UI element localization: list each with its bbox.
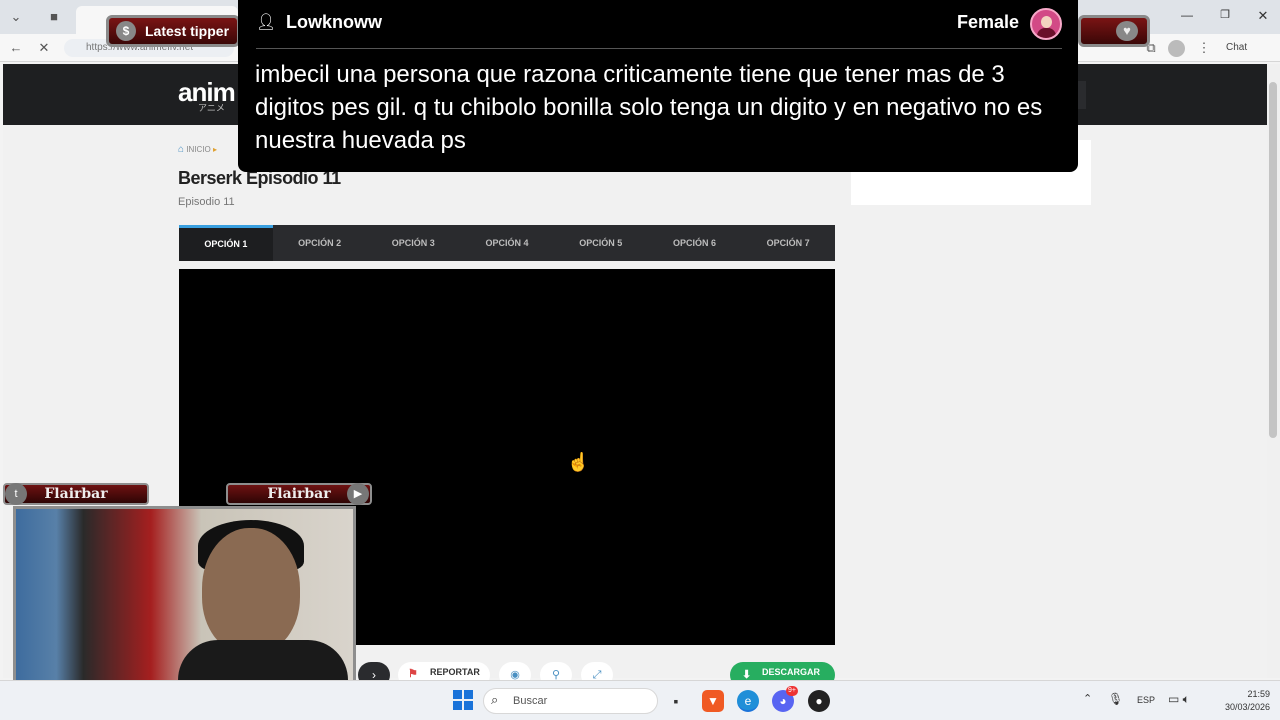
windows-start-icon[interactable] — [453, 690, 473, 710]
taskbar-search-input[interactable]: Buscar — [483, 688, 658, 714]
chat-gender: Female — [957, 12, 1020, 32]
webcam-person-face — [202, 528, 300, 654]
user-icon: 👤︎ — [256, 14, 277, 31]
discord-badge: 9+ — [786, 686, 798, 696]
language-indicator[interactable]: ESP — [1137, 695, 1155, 705]
tab-option-4[interactable]: OPCIÓN 4 — [460, 225, 554, 261]
menu-dots-icon[interactable]: ⋮ — [1196, 40, 1212, 56]
heart-icon: ♥ — [1116, 21, 1138, 41]
profile-avatar[interactable] — [1168, 40, 1185, 57]
tab-option-6[interactable]: OPCIÓN 6 — [648, 225, 742, 261]
search-icon: ⌕ — [491, 692, 499, 707]
maximize-button[interactable]: ❐ — [1216, 8, 1234, 24]
chat-message: imbecil una persona que razona criticame… — [255, 61, 1043, 154]
microphone-icon[interactable]: 🎙︎ — [1108, 692, 1123, 706]
chat-username: Lowknoww — [286, 12, 382, 32]
obs-icon[interactable]: ● — [808, 690, 830, 712]
episode-subtitle: Episodio 11 — [178, 196, 235, 208]
tab-option-7[interactable]: OPCIÓN 7 — [741, 225, 835, 261]
close-button[interactable]: ✕ — [1254, 8, 1272, 24]
network-volume-icon[interactable]: ▭ 🔈︎ — [1168, 692, 1190, 707]
tab-option-1[interactable]: OPCIÓN 1 — [179, 225, 273, 261]
scrollbar-thumb[interactable] — [1269, 82, 1277, 438]
clock-time: 21:59 — [1247, 689, 1270, 699]
chevron-right-icon: ▸ — [212, 145, 217, 154]
clock[interactable]: 21:59 30/03/2026 — [1210, 688, 1270, 714]
heart-frame — [1078, 15, 1150, 47]
tab-option-5[interactable]: OPCIÓN 5 — [554, 225, 648, 261]
stop-loading-icon[interactable]: ✕ — [36, 40, 52, 56]
tab-list-chevron-icon[interactable]: ⌄ — [8, 9, 24, 25]
tab-option-2[interactable]: OPCIÓN 2 — [273, 225, 367, 261]
chevron-up-icon[interactable]: ⌃ — [1083, 692, 1092, 705]
hand-cursor-icon: ☝ — [567, 452, 590, 472]
youtube-icon: ▶ — [347, 483, 369, 505]
chat-divider — [256, 48, 1062, 49]
task-view-icon[interactable]: ▪ — [665, 690, 687, 712]
brave-browser-icon[interactable]: ▼ — [702, 690, 724, 712]
breadcrumb: ⌂ INICIO ▸ — [178, 144, 217, 155]
coin-icon: $ — [116, 21, 136, 41]
copilot-chat-button[interactable]: Chat — [1226, 39, 1274, 57]
tab-option-3[interactable]: OPCIÓN 3 — [366, 225, 460, 261]
avatar — [1030, 8, 1062, 40]
minimize-button[interactable]: — — [1178, 8, 1196, 24]
download-label: DESCARGAR — [762, 667, 821, 677]
back-arrow-icon[interactable]: ← — [8, 40, 24, 56]
site-logo-subtitle: アニメ — [198, 103, 225, 113]
edge-browser-icon[interactable]: e — [737, 690, 759, 712]
breadcrumb-home[interactable]: INICIO — [186, 145, 210, 154]
home-icon[interactable]: ⌂ — [178, 144, 184, 155]
twitter-icon: t — [5, 483, 27, 505]
server-tabs: OPCIÓN 1 OPCIÓN 2 OPCIÓN 3 OPCIÓN 4 OPCI… — [179, 225, 835, 261]
flag-icon: ⚑ — [408, 668, 418, 680]
app-icon[interactable]: ■ — [46, 9, 62, 25]
report-label: REPORTAR — [430, 667, 480, 677]
clock-date: 30/03/2026 — [1224, 702, 1270, 712]
